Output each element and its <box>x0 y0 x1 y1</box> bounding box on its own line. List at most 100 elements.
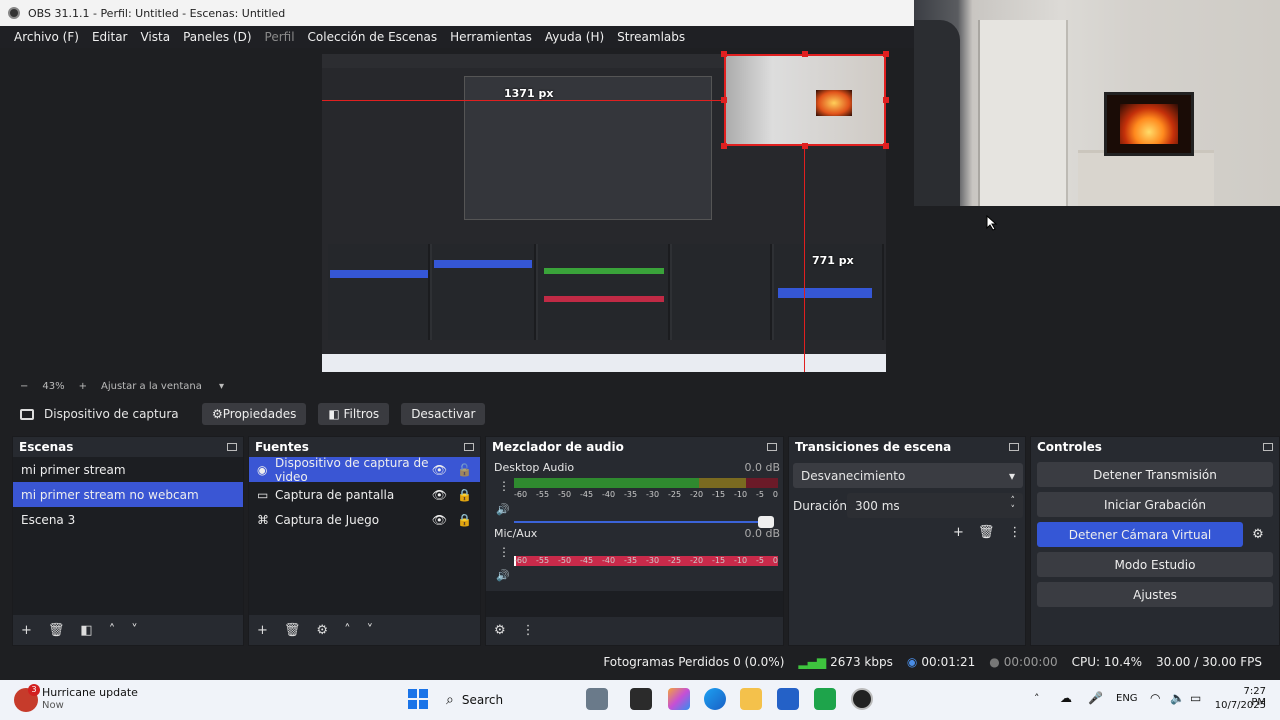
pen-app-icon[interactable] <box>586 688 608 710</box>
zoom-value: 43% <box>42 380 65 392</box>
volume-slider[interactable] <box>514 516 774 528</box>
kebab-menu-icon[interactable]: ⋮ <box>1008 525 1021 540</box>
stop-virtual-camera-button[interactable]: Detener Cámara Virtual <box>1037 522 1243 547</box>
down-arrow-icon[interactable]: ˅ <box>131 623 138 638</box>
volume-icon[interactable]: 🔈 <box>1170 691 1185 705</box>
battery-icon[interactable]: ▭ <box>1190 691 1201 705</box>
notification-sub: Now <box>42 700 64 711</box>
add-icon[interactable]: + <box>953 525 964 540</box>
undock-icon[interactable] <box>1009 443 1019 451</box>
source-item[interactable]: ⌘ Captura de Juego 👁 🔒 <box>249 507 480 532</box>
speaker-icon[interactable]: 🔊 <box>496 503 510 516</box>
filter-icon[interactable]: ◧ <box>80 623 92 638</box>
start-recording-button[interactable]: Iniciar Grabación <box>1037 492 1273 517</box>
scene-item[interactable]: Escena 3 <box>13 507 243 532</box>
gear-icon[interactable]: ⚙ <box>1243 522 1273 547</box>
transition-select[interactable]: Desvanecimiento ▾ <box>793 463 1023 488</box>
copilot-icon[interactable] <box>668 688 690 710</box>
obs-taskbar-icon[interactable] <box>851 688 873 710</box>
window-title: OBS 31.1.1 - Perfil: Untitled - Escenas:… <box>28 6 286 20</box>
undock-icon[interactable] <box>464 443 474 451</box>
trash-icon[interactable]: 🗑 <box>978 525 995 540</box>
edge-browser-icon[interactable] <box>704 688 726 710</box>
trash-icon[interactable]: 🗑 <box>48 623 65 638</box>
add-icon[interactable]: + <box>257 623 268 638</box>
lock-icon[interactable]: 🔒 <box>457 513 472 527</box>
down-arrow-icon[interactable]: ˅ <box>367 623 374 638</box>
clock-date[interactable]: 10/7/2025 <box>1214 700 1266 711</box>
selection-box[interactable] <box>724 54 886 146</box>
zoom-fit-label: Ajustar a la ventana <box>101 380 202 392</box>
trash-icon[interactable]: 🗑 <box>284 623 301 638</box>
kebab-menu-icon[interactable]: ⋮ <box>498 479 510 493</box>
eye-icon[interactable]: 👁 <box>432 463 447 477</box>
speaker-icon[interactable]: 🔊 <box>496 569 510 582</box>
resize-handle-tr[interactable] <box>883 51 889 57</box>
menu-coleccion-escenas[interactable]: Colección de Escenas <box>308 30 438 44</box>
cloud-icon[interactable]: ☁ <box>1060 691 1072 705</box>
store-app-icon[interactable] <box>777 688 799 710</box>
menu-paneles[interactable]: Paneles (D) <box>183 30 251 44</box>
eye-icon[interactable]: 👁 <box>432 513 447 527</box>
settings-button[interactable]: Ajustes <box>1037 582 1273 607</box>
menu-streamlabs[interactable]: Streamlabs <box>617 30 685 44</box>
kebab-menu-icon[interactable]: ⋮ <box>498 545 510 559</box>
chevron-up-icon[interactable]: ˄ <box>1034 692 1040 705</box>
source-item[interactable]: ◉ Dispositivo de captura de video 👁 🔓 <box>249 456 480 484</box>
microphone-icon[interactable]: 🎤 <box>1088 691 1103 705</box>
menu-archivo[interactable]: Archivo (F) <box>14 30 79 44</box>
file-explorer-icon[interactable] <box>740 688 762 710</box>
scene-item[interactable]: mi primer stream no webcam <box>13 482 243 507</box>
audio-meter <box>514 478 778 488</box>
source-label: Captura de pantalla <box>275 487 395 502</box>
zoom-in-button[interactable]: + <box>79 381 87 392</box>
properties-button[interactable]: ⚙Propiedades <box>202 403 307 425</box>
meter-level-red <box>746 478 778 488</box>
duration-input[interactable]: 300 ms ˄ ˅ <box>847 493 1023 518</box>
up-arrow-icon[interactable]: ˄ <box>344 623 351 638</box>
resize-handle-b[interactable] <box>802 143 808 149</box>
windows-start-icon[interactable] <box>408 689 428 709</box>
menu-ayuda[interactable]: Ayuda (H) <box>545 30 604 44</box>
menu-perfil[interactable]: Perfil <box>265 30 295 44</box>
taskbar-search[interactable]: ⌕ Search <box>440 687 576 713</box>
stop-streaming-button[interactable]: Detener Transmisión <box>1037 462 1273 487</box>
undock-icon[interactable] <box>1263 443 1273 451</box>
terminal-app-icon[interactable] <box>630 688 652 710</box>
zoom-fit-select[interactable]: Ajustar a la ventana ▾ <box>101 381 238 392</box>
resize-handle-bl[interactable] <box>721 143 727 149</box>
zoom-out-button[interactable]: − <box>20 381 28 392</box>
resize-handle-t[interactable] <box>802 51 808 57</box>
kebab-menu-icon[interactable]: ⋮ <box>522 623 535 638</box>
menu-herramientas[interactable]: Herramientas <box>450 30 532 44</box>
eye-icon[interactable]: 👁 <box>432 488 447 502</box>
undock-icon[interactable] <box>227 443 237 451</box>
scene-item[interactable]: mi primer stream <box>13 457 243 482</box>
green-app-icon[interactable] <box>814 688 836 710</box>
notification-title[interactable]: Hurricane update <box>42 686 138 699</box>
filters-button[interactable]: ◧ Filtros <box>318 403 390 425</box>
up-arrow-icon[interactable]: ˄ <box>109 623 116 638</box>
menu-vista[interactable]: Vista <box>140 30 170 44</box>
advanced-audio-icon[interactable]: ⚙ <box>494 623 506 638</box>
resize-handle-tl[interactable] <box>721 51 727 57</box>
undock-icon[interactable] <box>767 443 777 451</box>
language-indicator[interactable]: ENG <box>1116 693 1138 704</box>
spinner-icon[interactable]: ˄ ˅ <box>1011 496 1016 515</box>
studio-mode-button[interactable]: Modo Estudio <box>1037 552 1273 577</box>
lock-icon[interactable]: 🔒 <box>457 488 472 502</box>
meter-level-green <box>514 478 699 488</box>
audio-mixer-dock: Mezclador de audio Desktop Audio 0.0 dB … <box>485 436 784 646</box>
dropped-frames: Fotogramas Perdidos 0 (0.0%) <box>603 655 785 669</box>
door-shape <box>978 20 1068 206</box>
deactivate-button[interactable]: Desactivar <box>401 403 486 425</box>
unlock-icon[interactable]: 🔓 <box>457 463 472 477</box>
add-icon[interactable]: + <box>21 623 32 638</box>
source-item[interactable]: ▭ Captura de pantalla 👁 🔒 <box>249 482 480 507</box>
meter-ticks: -60 -55 -50 -45 -40 -35 -30 -25 -20 -15 -10 -5 0 <box>514 490 778 499</box>
gear-icon[interactable]: ⚙ <box>316 623 328 638</box>
resize-handle-r[interactable] <box>883 97 889 103</box>
menu-editar[interactable]: Editar <box>92 30 128 44</box>
resize-handle-br[interactable] <box>883 143 889 149</box>
wifi-icon[interactable]: ◠ <box>1150 691 1160 705</box>
